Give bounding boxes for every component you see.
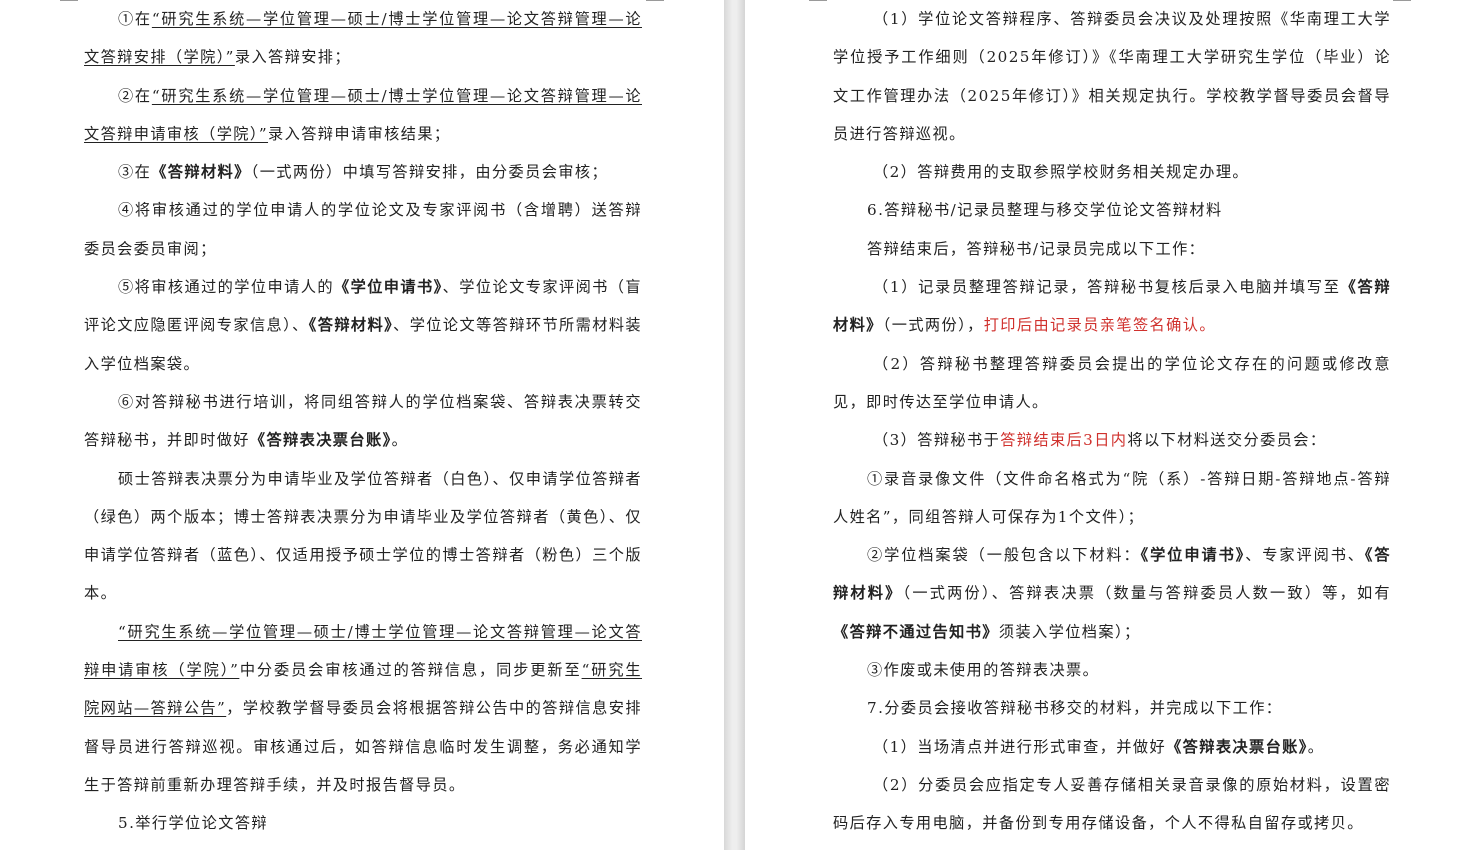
paragraph: ④将审核通过的学位申请人的学位论文及专家评阅书（含增聘）送答辩委员会委员审阅； <box>84 191 642 268</box>
page-corner-mark <box>809 0 827 1</box>
paragraph: ②学位档案袋（一般包含以下材料：《学位申请书》、专家评阅书、《答辩材料》（一式两… <box>833 536 1391 651</box>
paragraph: 答辩结束后，答辩秘书/记录员完成以下工作： <box>833 230 1391 268</box>
paragraph: ⑥对答辩秘书进行培训，将同组答辩人的学位档案袋、答辩表决票转交答辩秘书，并即时做… <box>84 383 642 460</box>
bold-document-title: 《答辩表决票台账》 <box>249 431 392 450</box>
section-heading: 7.分委员会接收答辩秘书移交的材料，并完成以下工作： <box>833 689 1391 727</box>
text-run: 中分委员会审核通过的答辩信息，同步更新至 <box>239 661 582 680</box>
document-page-left: ①在“研究生系统—学位管理—硕士/博士学位管理—论文答辩管理—论文答辩安排（学院… <box>0 0 724 850</box>
section-heading: 6.答辩秘书/记录员整理与移交学位论文答辩材料 <box>833 191 1391 229</box>
bold-document-title: 《答辩材料》 <box>151 163 251 182</box>
red-emphasis-text: 答辩结束后3日内 <box>1000 431 1128 450</box>
paragraph: （2）答辩费用的支取参照学校财务相关规定办理。 <box>833 153 1391 191</box>
text-run: 将以下材料送交分委员会： <box>1127 431 1327 450</box>
text-run: 。 <box>391 431 409 450</box>
text-run: ④将审核通过的学位申请人的学位论文及专家评阅书（含增聘）送答辩委员会委员审阅； <box>84 201 642 258</box>
paragraph: ①在“研究生系统—学位管理—硕士/博士学位管理—论文答辩管理—论文答辩安排（学院… <box>84 0 642 77</box>
text-run: 。 <box>1307 737 1325 756</box>
text-run: ②在 <box>118 86 152 105</box>
page-text-right: （1）学位论文答辩程序、答辩委员会决议及处理按照《华南理工大学学位授予工作细则（… <box>833 0 1391 843</box>
text-run: （2）分委员会应指定专人妥善存储相关录音录像的原始材料，设置密码后存入专用电脑，… <box>833 775 1391 833</box>
text-run: 答辩结束后，答辩秘书/记录员完成以下工作： <box>867 239 1206 258</box>
paragraph: （1）记录员整理答辩记录，答辩秘书复核后录入电脑并填写至《答辩材料》（一式两份）… <box>833 268 1391 345</box>
text-run: ③作废或未使用的答辩表决票。 <box>867 661 1100 680</box>
bold-document-title: 《答辩材料》 <box>308 316 394 335</box>
text-run: 7.分委员会接收答辩秘书移交的材料，并完成以下工作： <box>867 699 1283 718</box>
text-run: 录入答辩安排； <box>234 48 351 67</box>
paragraph: （2）分委员会应指定专人妥善存储相关录音录像的原始材料，设置密码后存入专用电脑，… <box>833 766 1391 843</box>
paragraph: （2）答辩秘书整理答辩委员会提出的学位论文存在的问题或修改意见，即时传达至学位申… <box>833 345 1391 422</box>
paragraph: ⑤将审核通过的学位申请人的《学位申请书》、学位论文专家评阅书（盲评论文应隐匿评阅… <box>84 268 642 383</box>
text-run: （3）答辩秘书于 <box>873 431 1001 450</box>
underlined-system-path: “研究生系统—学位管理—硕士/博士学位管理—论文答辩管理—论文答辩安排（学院）” <box>84 10 642 67</box>
red-emphasis-text: 打印后由记录员亲笔签名确认。 <box>983 316 1216 335</box>
text-run: 5.举行学位论文答辩 <box>118 814 268 833</box>
text-run: 、专家评阅书、 <box>1245 546 1365 565</box>
text-run: ①在 <box>118 10 152 28</box>
paragraph: 硕士答辩表决票分为申请毕业及学位答辩者（白色）、仅申请学位答辩者（绿色）两个版本… <box>84 460 642 613</box>
page-corner-mark <box>1393 0 1411 1</box>
paragraph: ①录音录像文件（文件命名格式为“院（系）-答辩日期-答辩地点-答辩人姓名”，同组… <box>833 460 1391 537</box>
text-run: （1）学位论文答辩程序、答辩委员会决议及处理按照《华南理工大学学位授予工作细则（… <box>833 10 1391 143</box>
text-run: （一式两份）中填写答辩安排，由分委员会审核； <box>250 163 609 182</box>
text-run: 硕士答辩表决票分为申请毕业及学位答辩者（白色）、仅申请学位答辩者（绿色）两个版本… <box>84 469 642 603</box>
page-corner-mark <box>646 0 664 1</box>
text-run: 录入答辩申请审核结果； <box>268 124 451 143</box>
text-run: ⑤将审核通过的学位申请人的 <box>118 278 334 297</box>
paragraph: ②在“研究生系统—学位管理—硕士/博士学位管理—论文答辩管理—论文答辩申请审核（… <box>84 77 642 154</box>
bold-document-title: 《答辩不通过告知书》 <box>833 622 999 641</box>
text-run: ①录音录像文件（文件命名格式为“院（系）-答辩日期-答辩地点-答辩人姓名”，同组… <box>833 469 1391 526</box>
text-run: （一式两份）， <box>882 316 984 335</box>
text-run: ③在 <box>118 163 152 182</box>
text-run: 6.答辩秘书/记录员整理与移交学位论文答辩材料 <box>867 201 1223 220</box>
document-page-right: （1）学位论文答辩程序、答辩委员会决议及处理按照《华南理工大学学位授予工作细则（… <box>745 0 1469 850</box>
text-run: ②学位档案袋（一般包含以下材料： <box>867 546 1141 565</box>
paragraph: ③在《答辩材料》（一式两份）中填写答辩安排，由分委员会审核； <box>84 153 642 191</box>
bold-document-title: 《学位申请书》 <box>333 278 443 297</box>
page-corner-mark <box>60 0 78 1</box>
bold-document-title: 《答辩表决票台账》 <box>1166 737 1308 756</box>
text-run: （1）记录员整理答辩记录，答辩秘书复核后录入电脑并填写至 <box>873 278 1341 297</box>
text-run: （一式两份）、答辩表决票（数量与答辩委员人数一致）等，如有 <box>902 584 1391 603</box>
page-gutter <box>724 0 745 850</box>
paragraph: （1）学位论文答辩程序、答辩委员会决议及处理按照《华南理工大学学位授予工作细则（… <box>833 0 1391 153</box>
text-run: （1）当场清点并进行形式审查，并做好 <box>873 737 1167 756</box>
paragraph: （1）当场清点并进行形式审查，并做好《答辩表决票台账》。 <box>833 728 1391 766</box>
paragraph: （3）答辩秘书于答辩结束后3日内将以下材料送交分委员会： <box>833 421 1391 459</box>
page-text-left: ①在“研究生系统—学位管理—硕士/博士学位管理—论文答辩管理—论文答辩安排（学院… <box>84 0 642 843</box>
text-run: （2）答辩费用的支取参照学校财务相关规定办理。 <box>873 163 1249 182</box>
paragraph: ③作废或未使用的答辩表决票。 <box>833 651 1391 689</box>
section-heading: 5.举行学位论文答辩 <box>84 804 642 842</box>
bold-document-title: 《学位申请书》 <box>1140 546 1246 565</box>
text-run: （2）答辩秘书整理答辩委员会提出的学位论文存在的问题或修改意见，即时传达至学位申… <box>833 354 1391 411</box>
paragraph: “研究生系统—学位管理—硕士/博士学位管理—论文答辩管理—论文答辩申请审核（学院… <box>84 613 642 804</box>
text-run: 须装入学位档案）； <box>998 622 1141 641</box>
